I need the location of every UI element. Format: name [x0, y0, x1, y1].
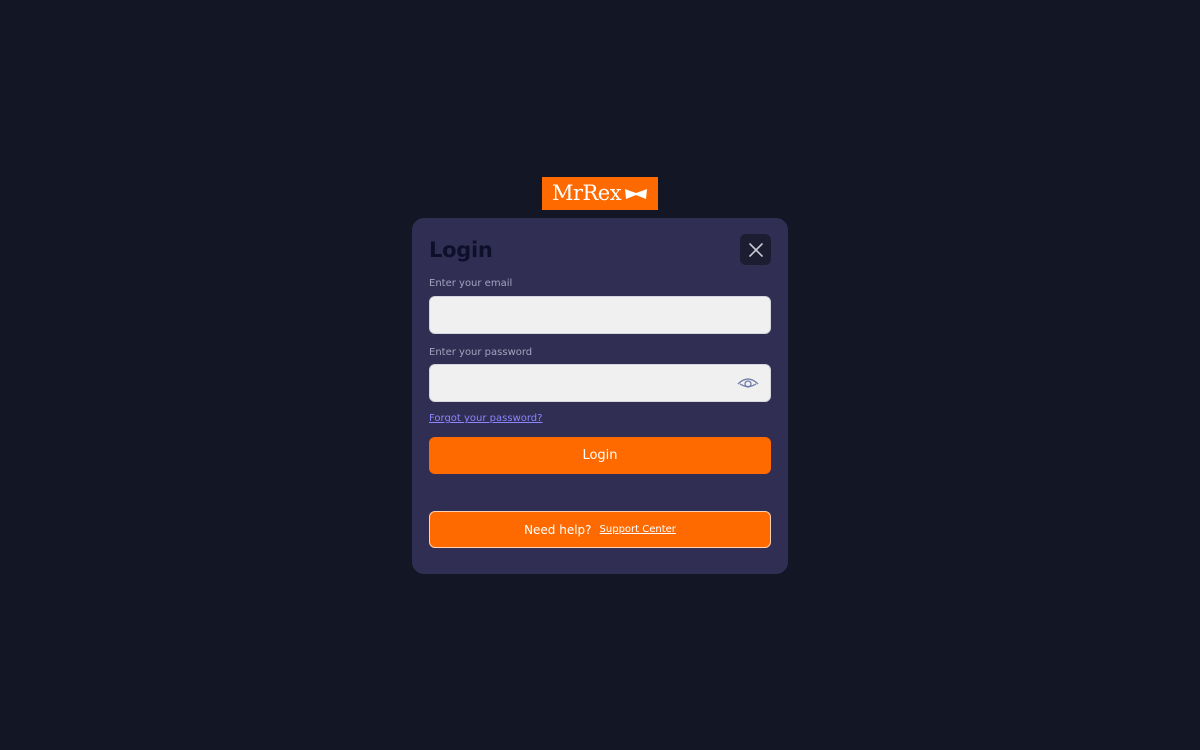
email-input[interactable]: [429, 296, 771, 334]
help-text: Need help?: [524, 522, 592, 537]
modal-title: Login: [429, 238, 493, 262]
brand-logo[interactable]: MrRex: [542, 177, 658, 210]
email-label: Enter your email: [429, 278, 513, 289]
password-label: Enter your password: [429, 347, 533, 358]
password-visibility-toggle[interactable]: [736, 374, 760, 392]
close-button[interactable]: [740, 234, 771, 265]
page: MrRex Login Enter your email Enter your …: [0, 0, 1200, 750]
forgot-password-link[interactable]: Forgot your password?: [429, 413, 542, 424]
support-center-link[interactable]: Support Center: [600, 524, 676, 535]
login-modal: Login Enter your email Enter your passwo…: [412, 218, 788, 574]
logo-text: MrRex: [551, 181, 622, 205]
help-banner: Need help? Support Center: [429, 511, 771, 548]
close-icon: [748, 242, 763, 257]
eye-icon: [737, 378, 759, 388]
login-button[interactable]: Login: [429, 437, 771, 474]
bowtie-icon: [625, 188, 648, 199]
password-input[interactable]: [429, 364, 771, 402]
